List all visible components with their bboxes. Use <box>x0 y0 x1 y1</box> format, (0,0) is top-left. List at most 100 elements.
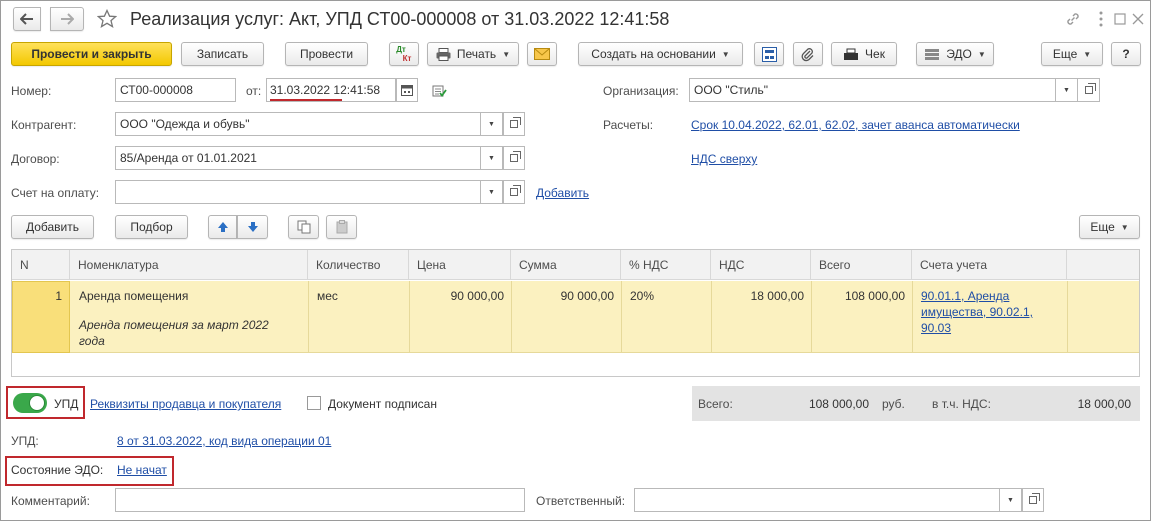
kt-label: Кт <box>402 54 412 63</box>
contractor-open-button[interactable] <box>503 112 525 136</box>
toggle-knob <box>29 395 45 411</box>
invoice-open-button[interactable] <box>503 180 525 204</box>
vat-total-value: 18 000,00 <box>1077 397 1131 411</box>
date-red-underline <box>270 99 342 101</box>
back-button[interactable] <box>13 7 41 31</box>
contract-field[interactable]: 85/Аренда от 01.01.2021 <box>115 146 481 170</box>
more-button[interactable]: Еще ▼ <box>1041 42 1103 66</box>
help-button[interactable]: ? <box>1111 42 1141 66</box>
requisites-link[interactable]: Реквизиты продавца и покупателя <box>90 397 281 411</box>
dt-kt-button[interactable]: Дт Кт <box>389 42 419 66</box>
column-header-item[interactable]: Номенклатура <box>70 250 308 280</box>
vat-on-top-link[interactable]: НДС сверху <box>691 152 757 166</box>
currency-label: руб. <box>882 397 905 411</box>
edo-label: ЭДО <box>946 47 972 61</box>
more-label: Еще <box>1052 47 1078 61</box>
cell-vat-rate: 20% <box>630 289 655 303</box>
column-header-total[interactable]: Всего <box>811 250 912 280</box>
copy-row-button[interactable] <box>288 215 319 239</box>
link-icon[interactable] <box>1063 9 1083 29</box>
create-based-on-button[interactable]: Создать на основании ▼ <box>578 42 743 66</box>
number-field[interactable]: СТ00-000008 <box>115 78 236 102</box>
column-header-accounts[interactable]: Счета учета <box>912 250 1067 280</box>
organization-dropdown-button[interactable]: ▼ <box>1056 78 1078 102</box>
totals-label: Всего: <box>698 397 733 411</box>
table-more-button[interactable]: Еще ▼ <box>1079 215 1140 239</box>
table-select-button[interactable]: Подбор <box>115 215 188 239</box>
print-button[interactable]: Печать ▼ <box>427 42 519 66</box>
column-header-quantity[interactable]: Количество <box>308 250 409 280</box>
paperclip-icon <box>801 47 814 61</box>
table-more-label: Еще <box>1090 220 1115 234</box>
responsible-label: Ответственный: <box>536 494 626 508</box>
organization-field[interactable]: ООО "Стиль" <box>689 78 1056 102</box>
upd-toggle[interactable] <box>13 393 47 413</box>
cell-price: 90 000,00 <box>450 289 504 303</box>
cell-accounts-line3[interactable]: 90.03 <box>921 321 951 335</box>
organization-open-button[interactable] <box>1078 78 1100 102</box>
forward-button[interactable] <box>50 7 84 31</box>
cell-accounts-line1[interactable]: 90.01.1, Аренда <box>921 289 1009 303</box>
arrow-left-icon <box>20 13 33 25</box>
invoice-field[interactable] <box>115 180 481 204</box>
column-header-sum[interactable]: Сумма <box>511 250 621 280</box>
responsible-dropdown-button[interactable]: ▼ <box>1000 488 1022 512</box>
contractor-dropdown-button[interactable]: ▼ <box>481 112 503 136</box>
edo-button[interactable]: ЭДО ▼ <box>916 42 994 66</box>
invoice-dropdown-button[interactable]: ▼ <box>481 180 503 204</box>
column-header-n[interactable]: N <box>12 250 70 280</box>
maximize-icon[interactable] <box>1111 9 1129 29</box>
attach-button[interactable] <box>793 42 823 66</box>
contractor-label: Контрагент: <box>11 118 77 132</box>
hierarchy-icon <box>761 46 777 62</box>
calendar-button[interactable] <box>396 78 418 102</box>
column-header-vat[interactable]: НДС <box>711 250 811 280</box>
invoice-add-link[interactable]: Добавить <box>536 186 589 200</box>
comment-field[interactable] <box>115 488 525 512</box>
chevron-down-icon: ▼ <box>721 49 730 59</box>
edo-state-link[interactable]: Не начат <box>117 463 167 477</box>
cell-accounts-line2[interactable]: имущества, 90.02.1, <box>921 305 1033 319</box>
column-header-vat-rate[interactable]: % НДС <box>621 250 711 280</box>
post-and-close-button[interactable]: Провести и закрыть <box>11 42 172 66</box>
favorite-star-icon[interactable] <box>94 7 120 31</box>
check-button[interactable]: Чек <box>831 42 897 66</box>
cell-item: Аренда помещения <box>79 289 189 303</box>
email-button[interactable] <box>527 42 557 66</box>
write-button[interactable]: Записать <box>181 42 264 66</box>
close-icon[interactable] <box>1129 9 1147 29</box>
post-button[interactable]: Провести <box>285 42 368 66</box>
cell-item-desc-line1: Аренда помещения за март 2022 <box>79 318 269 332</box>
contract-open-button[interactable] <box>503 146 525 170</box>
invoice-label: Счет на оплату: <box>11 186 100 200</box>
cell-n: 1 <box>55 289 62 303</box>
paste-row-button[interactable] <box>326 215 357 239</box>
print-label: Печать <box>456 47 497 61</box>
signed-checkbox[interactable] <box>307 396 321 410</box>
move-down-button[interactable] <box>237 215 268 239</box>
paste-icon <box>336 220 347 234</box>
comment-label: Комментарий: <box>11 494 90 508</box>
document-window: Реализация услуг: Акт, УПД СТ00-000008 о… <box>0 0 1151 521</box>
date-from-label: от: <box>246 84 262 98</box>
column-header-price[interactable]: Цена <box>409 250 511 280</box>
responsible-field[interactable] <box>634 488 1000 512</box>
upd-link[interactable]: 8 от 31.03.2022, код вида операции 01 <box>117 434 331 448</box>
cell-unit: мес <box>317 289 338 303</box>
contract-dropdown-button[interactable]: ▼ <box>481 146 503 170</box>
cell-item-desc-line2: года <box>79 334 105 348</box>
window-title: Реализация услуг: Акт, УПД СТ00-000008 о… <box>130 9 670 29</box>
dt-label: Дт <box>396 45 406 54</box>
more-vertical-icon[interactable] <box>1093 9 1109 29</box>
table-add-button[interactable]: Добавить <box>11 215 94 239</box>
totals-value: 108 000,00 <box>808 397 869 411</box>
move-up-button[interactable] <box>208 215 237 239</box>
responsible-open-button[interactable] <box>1022 488 1044 512</box>
row-col-divider <box>1067 281 1068 353</box>
upd-label: УПД: <box>11 434 39 448</box>
contractor-field[interactable]: ООО "Одежда и обувь" <box>115 112 481 136</box>
settlements-link[interactable]: Срок 10.04.2022, 62.01, 62.02, зачет ава… <box>691 118 1020 132</box>
structure-button[interactable] <box>754 42 784 66</box>
row-col-divider <box>912 281 913 353</box>
arrow-up-icon <box>217 222 228 232</box>
